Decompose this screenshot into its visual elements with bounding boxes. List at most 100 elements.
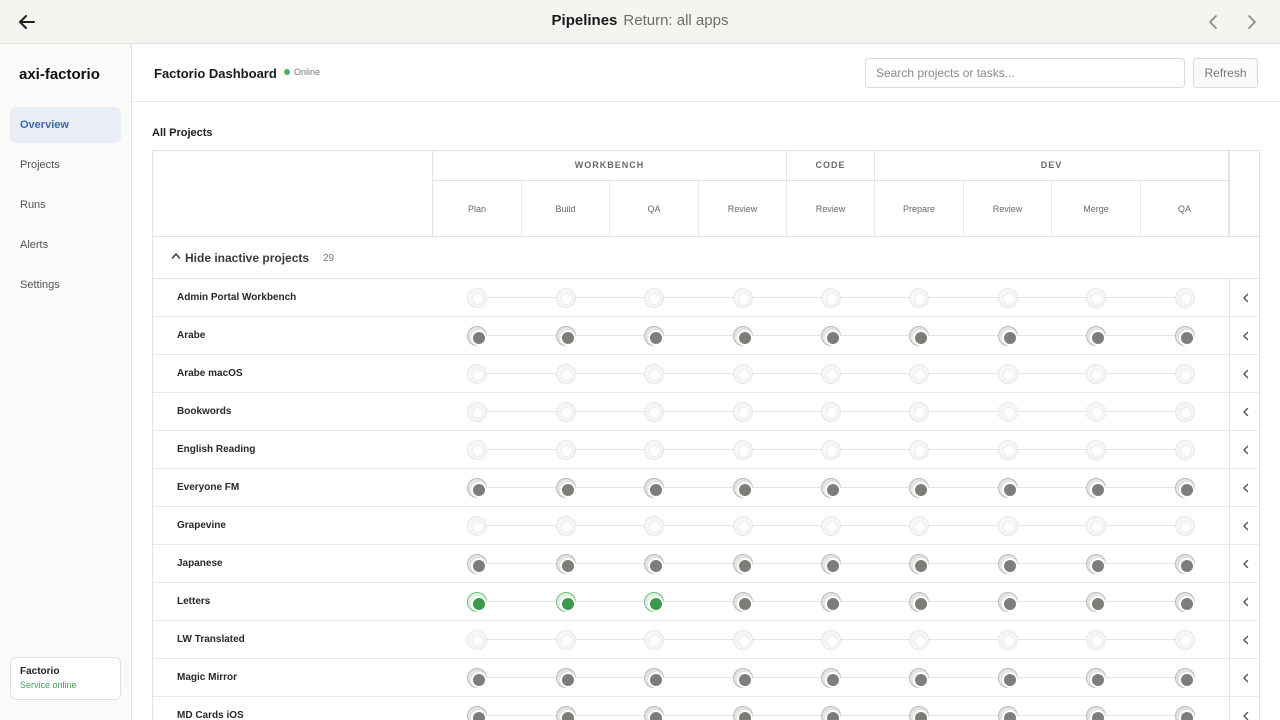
- stage-node-inactive[interactable]: [1175, 364, 1195, 384]
- stage-node-inactive[interactable]: [1175, 402, 1195, 422]
- stage-node-inactive[interactable]: [1086, 516, 1106, 536]
- stage-node-pending[interactable]: [821, 592, 841, 612]
- row-expand-button[interactable]: [1229, 545, 1259, 583]
- stage-node-pending[interactable]: [733, 554, 753, 574]
- stage-node-inactive[interactable]: [821, 630, 841, 650]
- return-link[interactable]: Return: all apps: [623, 12, 728, 29]
- stage-node-pending[interactable]: [1175, 668, 1195, 688]
- stage-node-inactive[interactable]: [821, 516, 841, 536]
- row-expand-button[interactable]: [1229, 697, 1259, 720]
- stage-node-pending[interactable]: [1086, 554, 1106, 574]
- stage-node-pending[interactable]: [1175, 592, 1195, 612]
- stage-node-inactive[interactable]: [1086, 402, 1106, 422]
- stage-node-inactive[interactable]: [733, 364, 753, 384]
- row-expand-button[interactable]: [1229, 469, 1259, 507]
- chevron-left-icon[interactable]: [1204, 12, 1222, 32]
- stage-node-inactive[interactable]: [556, 516, 576, 536]
- sidebar-item-settings[interactable]: Settings: [10, 267, 121, 303]
- sidebar-item-runs[interactable]: Runs: [10, 187, 121, 223]
- stage-node-pending[interactable]: [909, 326, 929, 346]
- stage-node-inactive[interactable]: [909, 364, 929, 384]
- stage-node-pending[interactable]: [1086, 668, 1106, 688]
- stage-node-pending[interactable]: [556, 554, 576, 574]
- stage-node-pending[interactable]: [821, 326, 841, 346]
- stage-node-inactive[interactable]: [644, 364, 664, 384]
- stage-node-inactive[interactable]: [733, 288, 753, 308]
- stage-node-inactive[interactable]: [467, 516, 487, 536]
- stage-node-inactive[interactable]: [998, 440, 1018, 460]
- stage-node-pending[interactable]: [644, 706, 664, 720]
- sidebar-item-alerts[interactable]: Alerts: [10, 227, 121, 263]
- stage-node-pending[interactable]: [467, 554, 487, 574]
- stage-node-inactive[interactable]: [467, 630, 487, 650]
- sidebar-item-projects[interactable]: Projects: [10, 147, 121, 183]
- stage-node-inactive[interactable]: [1175, 516, 1195, 536]
- stage-node-inactive[interactable]: [909, 516, 929, 536]
- stage-node-inactive[interactable]: [1086, 630, 1106, 650]
- stage-node-pending[interactable]: [998, 478, 1018, 498]
- row-expand-button[interactable]: [1229, 279, 1259, 317]
- stage-node-inactive[interactable]: [998, 364, 1018, 384]
- stage-node-pending[interactable]: [909, 592, 929, 612]
- row-expand-button[interactable]: [1229, 317, 1259, 355]
- stage-node-inactive[interactable]: [467, 288, 487, 308]
- stage-node-inactive[interactable]: [467, 364, 487, 384]
- stage-node-pending[interactable]: [644, 326, 664, 346]
- stage-node-inactive[interactable]: [644, 440, 664, 460]
- stage-node-pending[interactable]: [909, 554, 929, 574]
- stage-node-pending[interactable]: [1086, 706, 1106, 720]
- stage-node-inactive[interactable]: [644, 630, 664, 650]
- stage-node-inactive[interactable]: [556, 364, 576, 384]
- stage-node-inactive[interactable]: [821, 288, 841, 308]
- stage-node-pending[interactable]: [733, 706, 753, 720]
- row-expand-button[interactable]: [1229, 659, 1259, 697]
- stage-node-pending[interactable]: [644, 478, 664, 498]
- stage-node-pending[interactable]: [1175, 478, 1195, 498]
- stage-node-pending[interactable]: [467, 668, 487, 688]
- stage-node-inactive[interactable]: [644, 288, 664, 308]
- stage-node-pending[interactable]: [1175, 326, 1195, 346]
- stage-node-inactive[interactable]: [1175, 288, 1195, 308]
- sidebar-item-overview[interactable]: Overview: [10, 107, 121, 143]
- stage-node-pending[interactable]: [1086, 592, 1106, 612]
- chevron-right-icon[interactable]: [1243, 12, 1261, 32]
- stage-node-pending[interactable]: [821, 668, 841, 688]
- stage-node-pending[interactable]: [998, 668, 1018, 688]
- stage-node-pending[interactable]: [909, 668, 929, 688]
- stage-node-pending[interactable]: [467, 478, 487, 498]
- stage-node-inactive[interactable]: [1086, 364, 1106, 384]
- stage-node-pending[interactable]: [556, 706, 576, 720]
- stage-node-pending[interactable]: [998, 554, 1018, 574]
- stage-node-inactive[interactable]: [1175, 630, 1195, 650]
- stage-node-pending[interactable]: [644, 668, 664, 688]
- stage-node-pending[interactable]: [821, 554, 841, 574]
- stage-node-pending[interactable]: [821, 478, 841, 498]
- stage-node-inactive[interactable]: [467, 402, 487, 422]
- stage-node-pending[interactable]: [467, 706, 487, 720]
- stage-node-inactive[interactable]: [733, 440, 753, 460]
- stage-node-pending[interactable]: [644, 554, 664, 574]
- stage-node-inactive[interactable]: [821, 402, 841, 422]
- stage-node-inactive[interactable]: [909, 402, 929, 422]
- stage-node-inactive[interactable]: [998, 630, 1018, 650]
- stage-node-inactive[interactable]: [733, 516, 753, 536]
- stage-node-inactive[interactable]: [556, 288, 576, 308]
- stage-node-pending[interactable]: [733, 326, 753, 346]
- stage-node-pending[interactable]: [909, 478, 929, 498]
- refresh-button[interactable]: Refresh: [1193, 58, 1258, 88]
- row-expand-button[interactable]: [1229, 583, 1259, 621]
- row-expand-button[interactable]: [1229, 431, 1259, 469]
- stage-node-inactive[interactable]: [733, 402, 753, 422]
- stage-node-pending[interactable]: [1175, 706, 1195, 720]
- stage-node-inactive[interactable]: [556, 630, 576, 650]
- stage-node-inactive[interactable]: [467, 440, 487, 460]
- search-input[interactable]: [865, 58, 1185, 88]
- stage-node-inactive[interactable]: [1086, 288, 1106, 308]
- stage-node-inactive[interactable]: [909, 440, 929, 460]
- stage-node-pending[interactable]: [821, 706, 841, 720]
- hide-inactive-toggle[interactable]: Hide inactive projects 29: [153, 237, 1259, 279]
- stage-node-inactive[interactable]: [1175, 440, 1195, 460]
- stage-node-pending[interactable]: [733, 668, 753, 688]
- stage-node-inactive[interactable]: [733, 630, 753, 650]
- stage-node-pending[interactable]: [556, 478, 576, 498]
